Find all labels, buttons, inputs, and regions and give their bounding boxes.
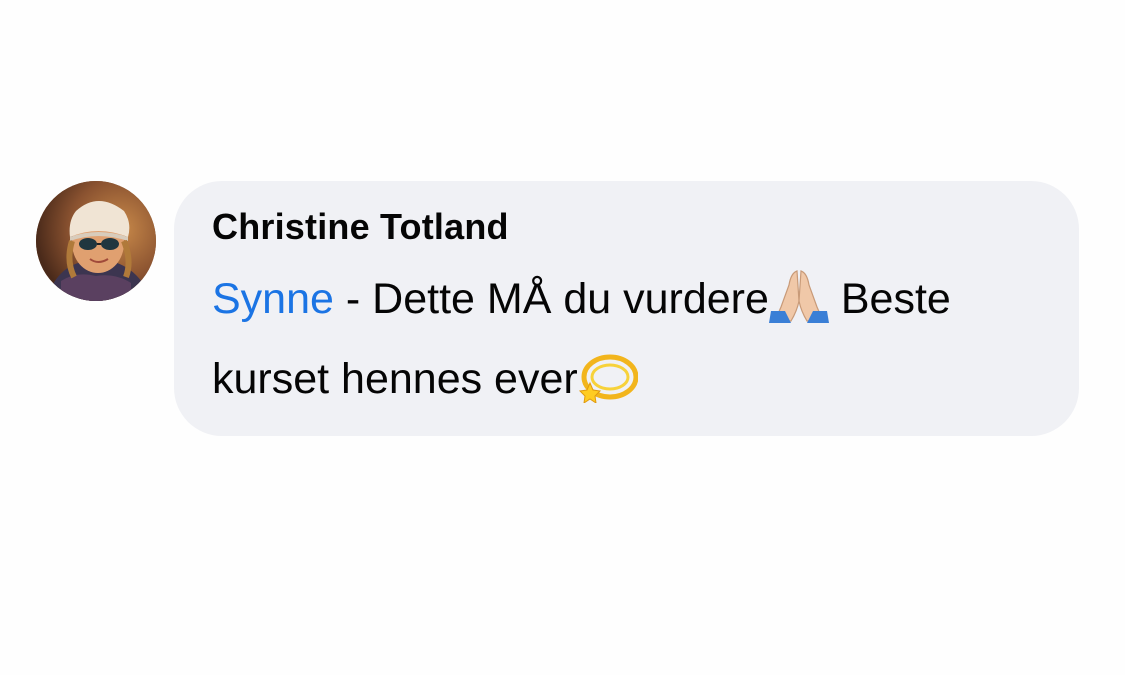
folded-hands-icon [768,267,829,323]
comment-text: Synne - Dette MÅ du vurdere Beste kurset… [212,259,1041,419]
comment-author[interactable]: Christine Totland [212,205,1041,249]
mention-link[interactable]: Synne [212,275,334,323]
avatar-photo [36,181,156,301]
avatar[interactable] [36,181,156,301]
comment-screen: Christine Totland Synne - Dette MÅ du vu… [0,0,1125,675]
comment-text-part1: - Dette MÅ du vurdere [333,275,769,323]
dizzy-icon [578,347,638,403]
comment-bubble: Christine Totland Synne - Dette MÅ du vu… [174,181,1079,436]
